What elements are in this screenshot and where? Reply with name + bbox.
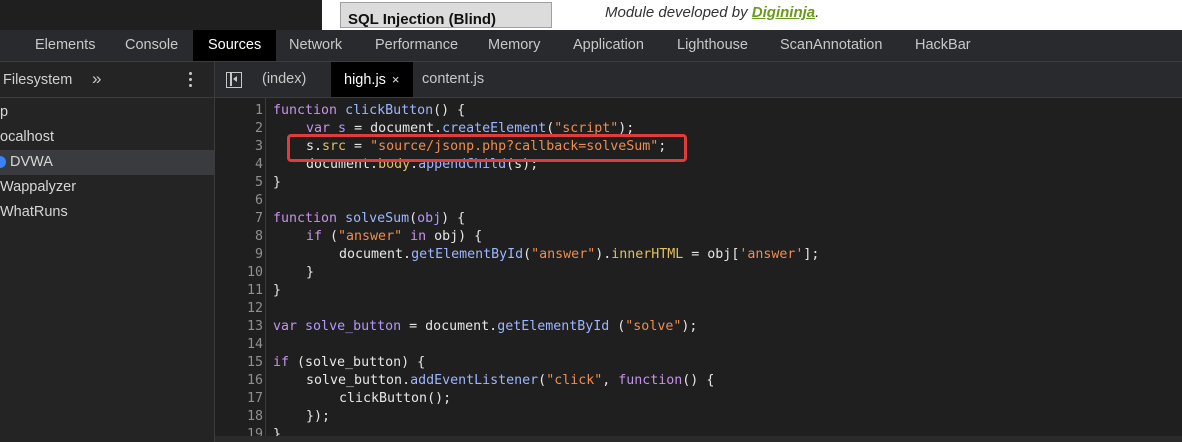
tree-item-p[interactable]: p	[0, 100, 214, 125]
line-number[interactable]: 8	[215, 228, 263, 246]
tab-application[interactable]: Application	[558, 30, 659, 61]
tab-elements[interactable]: Elements	[20, 30, 110, 61]
line-number[interactable]: 16	[215, 372, 263, 390]
line-source: solve_button.addEventListener("click", f…	[306, 373, 715, 388]
line-number[interactable]: 6	[215, 192, 263, 210]
folder-icon	[0, 156, 6, 168]
toggle-navigator-icon[interactable]	[226, 72, 242, 88]
line-source: }	[273, 283, 282, 298]
tree-item-label: WhatRuns	[0, 204, 68, 220]
line-source: var s = document.createElement("script")…	[306, 121, 635, 136]
tab-memory[interactable]: Memory	[473, 30, 555, 61]
line-source: }	[273, 175, 282, 190]
line-number[interactable]: 13	[215, 318, 263, 336]
line-source: document.getElementById("answer").innerH…	[339, 247, 820, 262]
line-number[interactable]: 18	[215, 408, 263, 426]
line-number[interactable]: 1	[215, 102, 263, 120]
navigator-header: Filesystem »	[0, 62, 214, 98]
kebab-menu-icon[interactable]	[189, 72, 193, 90]
editor-tab-content-js[interactable]: content.js	[409, 62, 497, 97]
line-source: clickButton();	[339, 391, 452, 406]
line-number[interactable]: 4	[215, 156, 263, 174]
menu-item-sql-injection-blind[interactable]: SQL Injection (Blind)	[340, 2, 552, 28]
tab-hackbar[interactable]: HackBar	[900, 30, 986, 61]
editor-tab-index[interactable]: (index)	[249, 62, 319, 97]
tree-item-label: Wappalyzer	[0, 179, 77, 195]
editor-tab-high-js[interactable]: high.js ×	[331, 62, 413, 97]
line-number[interactable]: 12	[215, 300, 263, 318]
editor-tab-label: high.js	[344, 72, 386, 88]
line-source: if (solve_button) {	[273, 355, 426, 370]
tab-sources[interactable]: Sources	[193, 30, 277, 61]
line-number[interactable]: 11	[215, 282, 263, 300]
tree-item-whatruns[interactable]: WhatRuns	[0, 200, 214, 225]
line-number[interactable]: 5	[215, 174, 263, 192]
line-number[interactable]: 15	[215, 354, 263, 372]
webpage-strip: SQL Injection (Blind) Module developed b…	[0, 0, 1182, 30]
file-tree: p ocalhost DVWA Wappalyzer WhatRuns	[0, 100, 214, 225]
line-number[interactable]: 10	[215, 264, 263, 282]
tree-item-label: DVWA	[10, 154, 53, 170]
line-source: document.body.appendChild(s);	[306, 157, 539, 172]
line-source: function solveSum(obj) {	[273, 211, 466, 226]
line-source: });	[306, 409, 331, 424]
tab-lighthouse[interactable]: Lighthouse	[662, 30, 763, 61]
devtools-tabbar: Elements Console Sources Network Perform…	[0, 30, 1182, 62]
module-credit: Module developed by Digininja.	[605, 4, 819, 21]
line-number[interactable]: 9	[215, 246, 263, 264]
tree-item-dvwa[interactable]: DVWA	[0, 150, 214, 175]
close-icon[interactable]: ×	[392, 72, 400, 87]
tab-performance[interactable]: Performance	[360, 30, 473, 61]
line-number[interactable]: 3	[215, 138, 263, 156]
credit-link[interactable]: Digininja	[752, 4, 815, 21]
tree-item-label: p	[0, 104, 9, 120]
horizontal-scrollbar[interactable]	[215, 436, 1182, 442]
line-source: function clickButton() {	[273, 103, 466, 118]
line-number[interactable]: 7	[215, 210, 263, 228]
tree-item-label: ocalhost	[0, 129, 55, 145]
editor-tabbar: (index) high.js × content.js	[215, 62, 1182, 98]
line-source: if ("answer" in obj) {	[306, 229, 483, 244]
tab-scanannotation[interactable]: ScanAnnotation	[765, 30, 897, 61]
credit-suffix: .	[815, 4, 820, 21]
code-editor[interactable]: 1 function clickButton() { 2 var s = docum…	[215, 98, 1182, 442]
line-number[interactable]: 17	[215, 390, 263, 408]
chevron-double-right-icon[interactable]: »	[92, 69, 101, 89]
tab-network[interactable]: Network	[274, 30, 357, 61]
tree-item-wappalyzer[interactable]: Wappalyzer	[0, 175, 214, 200]
line-number[interactable]: 2	[215, 120, 263, 138]
line-number[interactable]: 14	[215, 336, 263, 354]
line-source: s.src = "source/jsonp.php?callback=solve…	[306, 139, 667, 154]
tab-console[interactable]: Console	[110, 30, 193, 61]
line-source: }	[306, 265, 315, 280]
tab-filesystem[interactable]: Filesystem	[3, 72, 72, 88]
line-source: var solve_button = document.getElementBy…	[273, 319, 698, 334]
webpage-dark-area	[0, 0, 322, 30]
navigator-panel: Filesystem » p ocalhost DVWA Wappalyzer …	[0, 62, 215, 442]
tree-item-localhost[interactable]: ocalhost	[0, 125, 214, 150]
credit-prefix: Module developed by	[605, 4, 752, 21]
